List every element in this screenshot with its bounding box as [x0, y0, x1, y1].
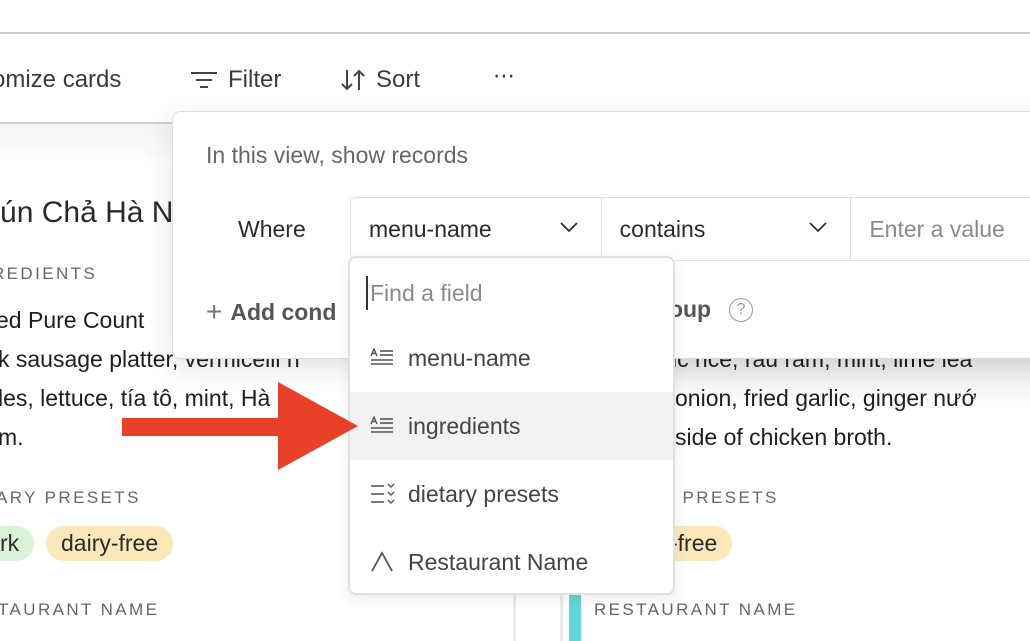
- annotation-arrow-icon: [122, 382, 358, 470]
- customize-cards-button[interactable]: omize cards: [0, 60, 121, 100]
- header-divider: [0, 32, 1030, 34]
- restaurant-name-field-label: TAURANT NAME: [0, 600, 160, 619]
- ingredients-text-line: ed Pure Count: [0, 307, 145, 333]
- chevron-down-icon: [809, 222, 827, 233]
- ingredients-text-line: onion, fried garlic, ginger nướ: [675, 385, 977, 411]
- field-picker-dropdown: menu-name ingredients dietary pre: [348, 256, 675, 595]
- filter-button[interactable]: Filter: [190, 60, 281, 100]
- sort-arrows-icon: [341, 69, 365, 91]
- help-icon[interactable]: ?: [729, 297, 754, 322]
- find-field-input[interactable]: [366, 276, 660, 310]
- more-horizontal-icon: ⋯: [493, 63, 516, 88]
- dietary-presets-field-label: Y PRESETS: [662, 488, 779, 507]
- ingredients-text-line: m.: [0, 424, 24, 450]
- dietary-tag: dairy-free: [46, 526, 174, 561]
- sort-label: Sort: [376, 66, 421, 93]
- card-title: Bún Chả Hà Nội: [0, 196, 197, 229]
- long-text-icon: [370, 348, 396, 368]
- filter-label: Filter: [228, 66, 282, 93]
- field-option-menu-name[interactable]: menu-name: [350, 324, 673, 392]
- customize-cards-label: omize cards: [0, 66, 122, 93]
- add-condition-label: Add cond: [230, 298, 337, 325]
- more-options-button[interactable]: ⋯: [493, 56, 516, 96]
- restaurant-name-field-label: RESTAURANT NAME: [594, 600, 798, 619]
- field-option-restaurant-name[interactable]: Restaurant Name: [350, 528, 673, 596]
- ingredients-field-label: REDIENTS: [0, 264, 98, 283]
- filter-heading: In this view, show records: [206, 142, 469, 168]
- field-option-label: ingredients: [408, 412, 521, 439]
- field-option-ingredients[interactable]: ingredients: [350, 392, 673, 460]
- dietary-presets-field-label: ARY PRESETS: [0, 488, 141, 507]
- plus-icon: +: [206, 296, 223, 327]
- value-input[interactable]: [869, 215, 1030, 243]
- long-text-icon: [370, 416, 396, 436]
- field-option-label: dietary presets: [408, 480, 559, 507]
- operator-select-value: contains: [619, 215, 706, 242]
- field-select[interactable]: menu-name: [351, 198, 602, 260]
- multi-select-icon: [370, 483, 396, 505]
- card-color-accent: [569, 592, 581, 641]
- add-condition-button[interactable]: + Add cond: [206, 296, 336, 328]
- filter-lines-icon: [191, 72, 217, 88]
- where-label: Where: [238, 216, 306, 242]
- filter-condition-row: menu-name contains: [350, 197, 1030, 261]
- single-line-text-icon: [370, 551, 396, 573]
- view-toolbar: omize cards Filter Sort ⋯: [0, 60, 1030, 100]
- field-option-label: Restaurant Name: [408, 548, 589, 575]
- operator-select[interactable]: contains: [602, 198, 852, 260]
- chevron-down-icon: [560, 222, 578, 233]
- value-field[interactable]: [851, 198, 1030, 260]
- ingredients-text-line: side of chicken broth.: [675, 424, 893, 450]
- field-option-label: menu-name: [408, 344, 531, 371]
- field-option-dietary-presets[interactable]: dietary presets: [350, 460, 673, 528]
- field-select-value: menu-name: [369, 215, 492, 242]
- sort-button[interactable]: Sort: [340, 60, 420, 100]
